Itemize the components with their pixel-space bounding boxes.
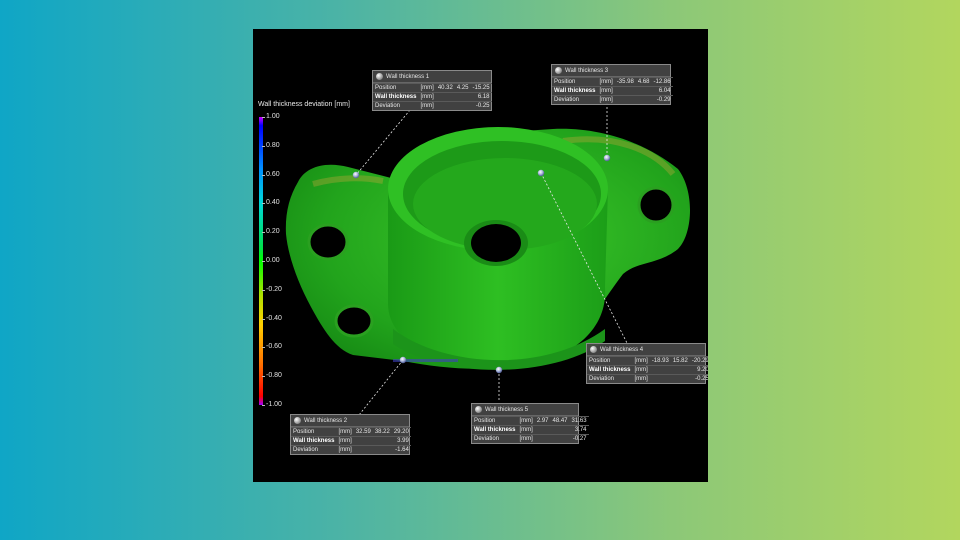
measurement-icon [590,346,597,353]
wall-thickness-annotation[interactable]: Wall thickness 2 Position [mm] 32.59 38.22 2… [290,414,411,455]
row-unit: [mm] [597,77,615,87]
position-z: 31.63 [569,416,589,426]
deviation-value: -0.25 [649,374,708,383]
position-x: 40.32 [435,83,455,93]
wall-thickness-value: 6.18 [435,92,492,102]
position-y: 4.68 [635,77,652,87]
row-unit: [mm] [418,83,436,93]
row-label: Deviation [291,445,337,454]
position-x: -18.93 [649,356,671,366]
row-unit: [mm] [517,416,535,426]
deviation-value: -0.29 [614,95,673,104]
row-label: Wall thickness [472,425,518,435]
row-unit: [mm] [336,436,354,446]
row-label: Wall thickness [552,86,598,96]
annotation-title: Wall thickness 5 [485,406,529,413]
position-x: 2.97 [534,416,551,426]
tick-label: 0.40 [262,199,280,207]
3d-viewport[interactable]: Wall thickness deviation [mm] 1.00 0.80 … [253,29,708,482]
position-x: -35.98 [614,77,636,87]
wall-thickness-annotation[interactable]: Wall thickness 3 Position [mm] -35.98 4.68-… [551,64,673,105]
row-label: Position [291,427,337,437]
measurement-icon [475,406,482,413]
position-y: 4.25 [454,83,471,93]
row-unit: [mm] [336,427,354,437]
row-unit: [mm] [517,434,535,443]
tick-label: 0.00 [262,257,280,264]
row-label: Deviation [587,374,633,383]
wall-thickness-value: 3.74 [534,425,589,435]
row-label: Wall thickness [587,365,633,375]
annotation-title: Wall thickness 1 [386,73,430,80]
row-label: Position [373,83,419,93]
deviation-value: -1.64 [353,445,411,454]
wall-thickness-annotation[interactable]: Wall thickness 1 Position [mm] 40.32 4.25 -1… [372,70,492,111]
annotation-title: Wall thickness 3 [565,67,609,74]
row-unit: [mm] [517,425,535,435]
row-label: Deviation [472,434,518,443]
row-label: Deviation [373,101,419,110]
position-z: -12.86 [651,77,673,87]
tick-label: -0.40 [262,314,282,322]
position-y: 38.22 [372,427,392,437]
position-y: 15.82 [670,356,690,366]
row-unit: [mm] [418,101,436,110]
row-unit: [mm] [336,445,354,454]
row-unit: [mm] [418,92,436,102]
row-label: Deviation [552,95,598,104]
row-unit: [mm] [597,86,615,96]
row-unit: [mm] [632,365,650,375]
boss-cylinder [388,127,608,370]
tick-label: 0.20 [262,228,280,236]
tick-label: -0.60 [262,343,282,351]
tick-label: 0.60 [262,170,280,178]
row-label: Wall thickness [291,436,337,446]
row-label: Wall thickness [373,92,419,102]
row-label: Position [472,416,518,426]
row-label: Position [587,356,633,366]
wall-thickness-annotation[interactable]: Wall thickness 5 Position [mm] 2.97 48.47 31… [471,403,589,444]
row-label: Position [552,77,598,87]
wall-thickness-value: 6.04 [614,86,673,96]
position-x: 32.59 [353,427,373,437]
tick-label: -0.80 [262,372,282,380]
tick-label: 0.80 [262,141,280,149]
measurement-icon [555,67,562,74]
annotation-title: Wall thickness 2 [304,417,348,424]
position-y: 48.47 [550,416,570,426]
row-unit: [mm] [632,374,650,383]
deviation-value: -0.25 [435,101,492,110]
tick-label: 1.00 [262,113,280,120]
tick-label: -0.20 [262,285,282,293]
tick-label: -1.00 [262,401,282,408]
deviation-value: -0.27 [534,434,589,443]
annotation-title: Wall thickness 4 [600,346,644,353]
measurement-icon [376,73,383,80]
measurement-icon [294,417,301,424]
wall-thickness-value: 3.99 [353,436,411,446]
position-z: 29.20 [391,427,411,437]
legend-title: Wall thickness deviation [mm] [258,101,350,108]
position-z: -15.25 [470,83,492,93]
wall-thickness-value: 9.20 [649,365,708,375]
row-unit: [mm] [597,95,615,104]
row-unit: [mm] [632,356,650,366]
wall-thickness-annotation[interactable]: Wall thickness 4 Position [mm] -18.93 15.82… [586,343,708,384]
position-z: -20.29 [689,356,708,366]
